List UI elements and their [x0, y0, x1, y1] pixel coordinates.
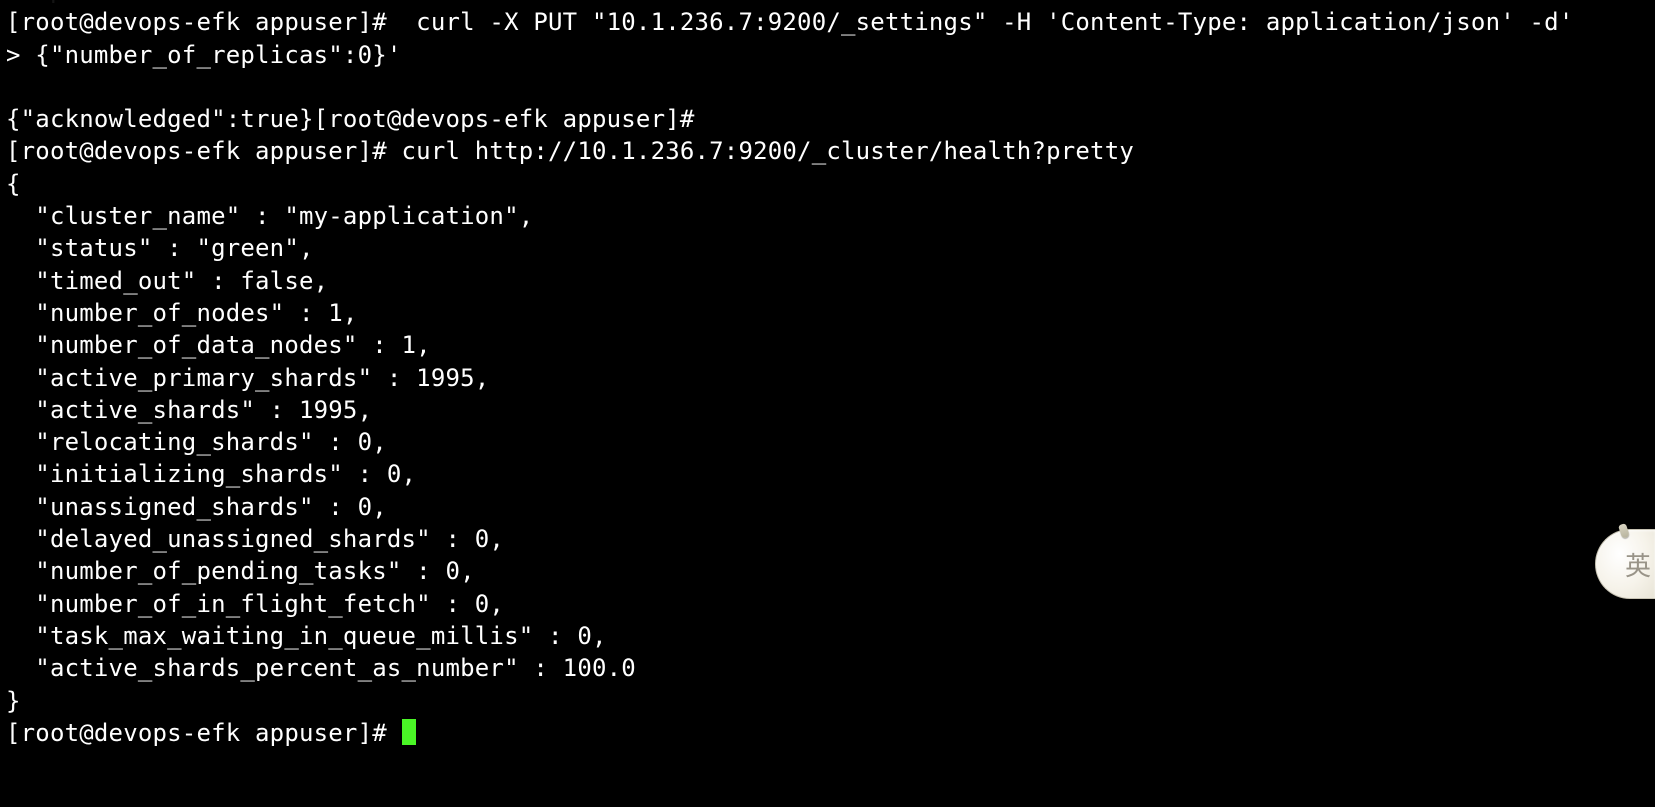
- continuation-body: > {"number_of_replicas":0}': [6, 41, 402, 69]
- json-status: "status" : "green",: [6, 234, 314, 262]
- json-delayed-unassigned-shards: "delayed_unassigned_shards" : 0,: [6, 525, 504, 553]
- json-timed-out: "timed_out" : false,: [6, 267, 328, 295]
- prompt-curl-put: [root@devops-efk appuser]# curl -X PUT "…: [6, 8, 1573, 36]
- json-number-of-pending-tasks: "number_of_pending_tasks" : 0,: [6, 557, 475, 585]
- terminal-cursor: [402, 719, 416, 745]
- json-initializing-shards: "initializing_shards" : 0,: [6, 460, 416, 488]
- prompt-idle: [root@devops-efk appuser]#: [6, 719, 416, 747]
- json-close-brace: }: [6, 687, 21, 715]
- json-relocating-shards: "relocating_shards" : 0,: [6, 428, 387, 456]
- ime-language-label: 英: [1625, 546, 1651, 583]
- json-cluster-name: "cluster_name" : "my-application",: [6, 202, 533, 230]
- json-active-primary-shards: "active_primary_shards" : 1995,: [6, 364, 489, 392]
- json-unassigned-shards: "unassigned_shards" : 0,: [6, 493, 387, 521]
- json-active-shards: "active_shards" : 1995,: [6, 396, 372, 424]
- json-open-brace: {: [6, 170, 21, 198]
- ack-response-and-prompt: {"acknowledged":true}[root@devops-efk ap…: [6, 105, 709, 133]
- json-active-shards-percent-as-number: "active_shards_percent_as_number" : 100.…: [6, 654, 636, 682]
- swap-line-cut: Swap: 4095 18 4077: [6, 0, 680, 4]
- prompt-curl-health: [root@devops-efk appuser]# curl http://1…: [6, 137, 1134, 165]
- json-number-of-nodes: "number_of_nodes" : 1,: [6, 299, 358, 327]
- json-number-of-data-nodes: "number_of_data_nodes" : 1,: [6, 331, 431, 359]
- json-number-of-in-flight-fetch: "number_of_in_flight_fetch" : 0,: [6, 590, 504, 618]
- terminal-output[interactable]: Swap: 4095 18 4077 [root@devops-efk appu…: [0, 0, 1655, 749]
- json-task-max-waiting-in-queue-millis: "task_max_waiting_in_queue_millis" : 0,: [6, 622, 607, 650]
